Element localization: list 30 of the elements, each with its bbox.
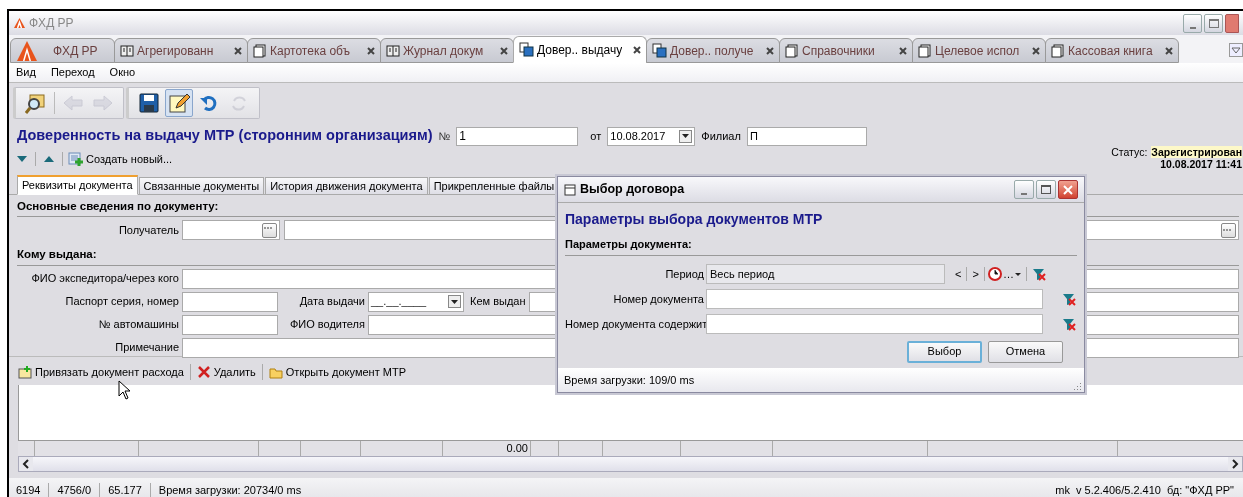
field-label: Номер документа содержит [565, 316, 706, 332]
status-text: Время загрузки: 20734/0 ms [158, 482, 302, 497]
status-label: Статус: [1111, 146, 1148, 158]
status-text: бд: "ФХД РР" [1166, 482, 1234, 497]
status-text: 65.177 [108, 482, 142, 497]
status-text: v 5.2.406/5.2.410 [1075, 482, 1161, 497]
section-heading: Параметры документа: [565, 236, 1077, 256]
field-label: ФИО экспедитора/через кого [30, 271, 180, 287]
field-label: Паспорт серия, номер [64, 294, 180, 310]
date-label: от [590, 128, 602, 144]
status-text: mk [1055, 482, 1070, 497]
number-label: № [438, 128, 451, 144]
field-label: Период [664, 266, 705, 282]
field-label: Получатель [117, 223, 180, 238]
field-label: Примечание [114, 340, 180, 356]
status-value: Зарегистрирован [1151, 146, 1242, 158]
field-label: № автомашины [97, 317, 180, 333]
branch-label: Филиал [701, 128, 741, 144]
field-label: Номер документа [612, 291, 705, 307]
document-title: Доверенность на выдачу МТР (сторонним организациям) [17, 126, 433, 146]
status-date: 10.08.2017 11:41 [1160, 158, 1242, 170]
field-label: Дата выдачи [298, 294, 366, 310]
dialog-title: Выбор договора [580, 181, 685, 199]
field-label: ФИО водителя [288, 317, 366, 333]
status-text: 6194 [16, 482, 41, 497]
total-value: 0.00 [506, 441, 528, 457]
field-label: Кем выдан [469, 294, 527, 310]
status-text: 4756/0 [57, 482, 92, 497]
window-title: ФХД РР [29, 15, 74, 32]
load-time-text: Время загрузки: 109/0 ms [564, 372, 695, 388]
